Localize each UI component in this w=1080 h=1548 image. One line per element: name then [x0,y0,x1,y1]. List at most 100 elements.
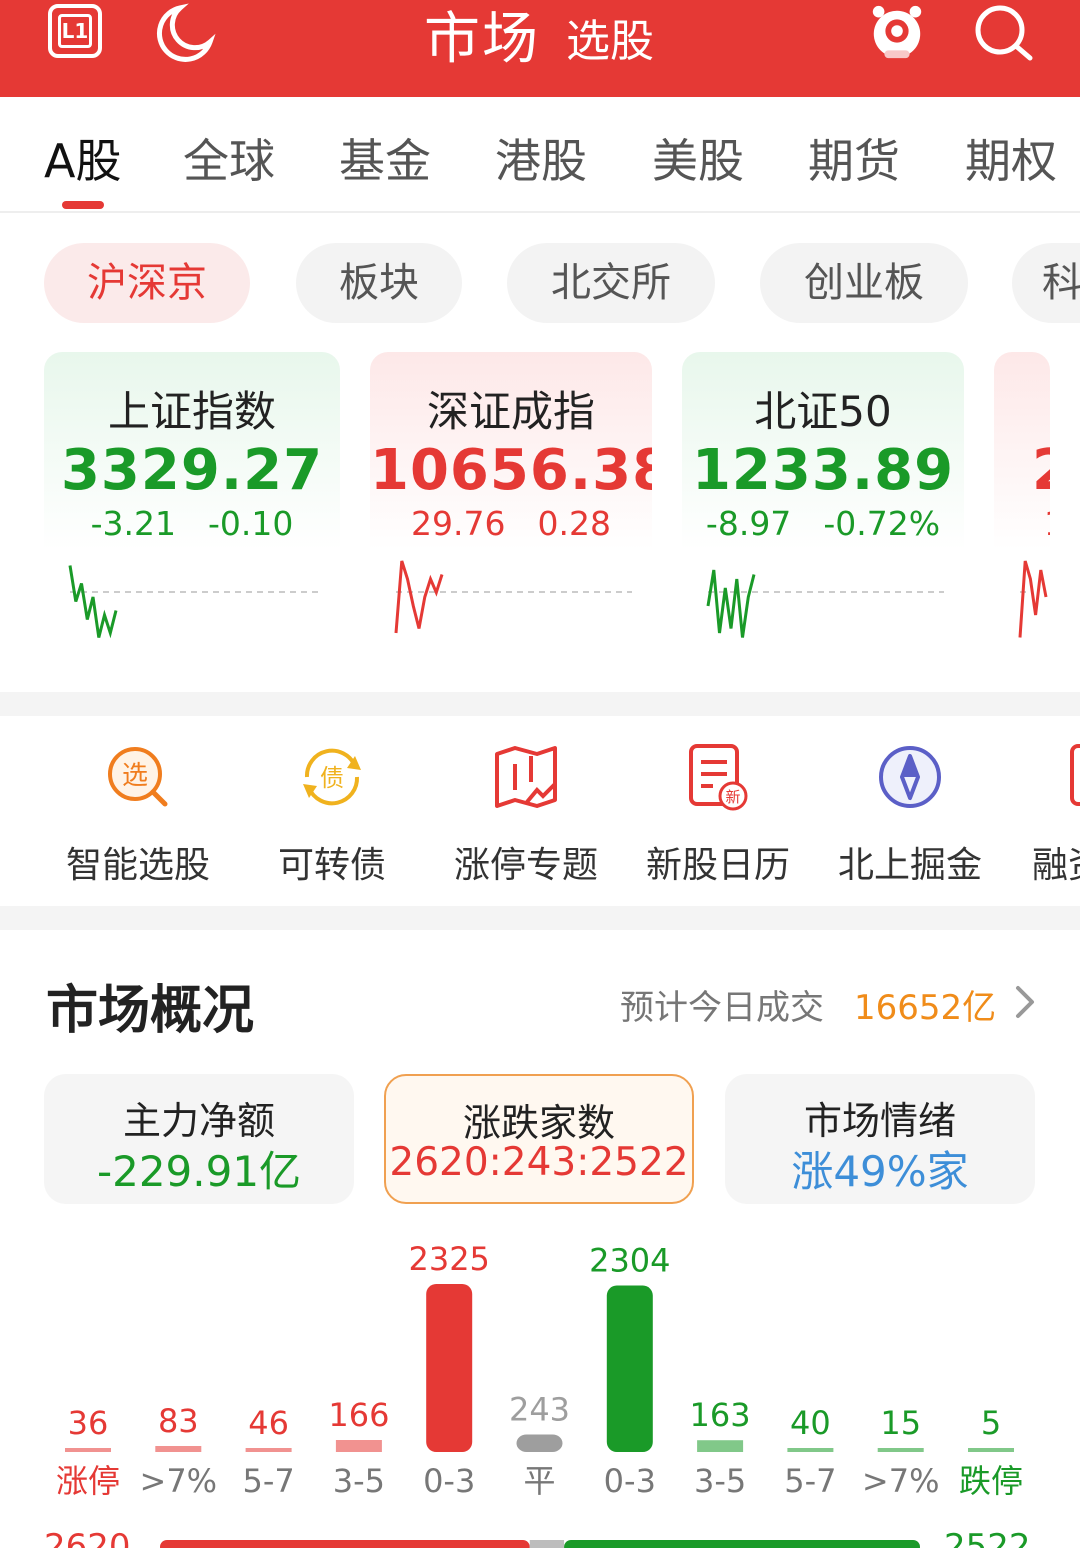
index-change: 29.76 0.28 [370,504,652,543]
stat-main-net-flow[interactable]: 主力净额 -229.91亿 [44,1074,354,1204]
distribution-bar[interactable] [606,1285,653,1452]
bar-value-label: 36 [68,1404,109,1442]
estimated-turnover-value[interactable]: 16652亿 [854,980,996,1029]
tab-us-stocks[interactable]: 美股 [652,125,744,191]
index-change-abs: -8.97 [705,504,792,543]
price-change-distribution-chart[interactable]: 36 涨停 83 >7% 46 5-7 166 3-5 2325 0-3 243 平 2304 0-3 16… [0,1220,1080,1548]
index-change-pct: -0.10 [208,504,294,543]
tab-futures[interactable]: 期货 [808,125,900,191]
stock-picker-tab[interactable]: 选股 [566,5,654,69]
mascot-icon[interactable] [862,2,932,62]
advance-count: 2620 [44,1527,131,1548]
stat-title: 市场情绪 [803,1099,956,1143]
index-sparkline [1018,560,1048,638]
section-divider [0,692,1080,716]
bar-category-label: 平 [523,1462,555,1500]
distribution-bar[interactable] [877,1448,924,1452]
tab-funds[interactable]: 基金 [339,125,431,191]
decline-ratio-bar [564,1540,920,1548]
index-change-pct: 0.28 [537,504,611,543]
tool-margin[interactable]: 融资 [1010,742,1080,892]
stat-market-sentiment[interactable]: 市场情绪 涨49%家 [725,1074,1035,1204]
market-tabs: A股 全球 基金 港股 美股 期货 期权 [0,97,1080,213]
margin-icon [1070,744,1080,806]
index-change: -3.21 -0.10 [44,504,340,543]
bar-value-label: 2304 [589,1242,670,1280]
estimated-turnover-label[interactable]: 预计今日成交 [620,980,824,1029]
active-tab-indicator [62,201,104,209]
sparkline-path [706,569,756,638]
tool-label: 智能选股 [65,845,210,886]
tool-northbound[interactable]: 北上掘金 [820,742,1000,892]
northbound-compass-icon [879,746,941,808]
bar-category-label: 涨停 [56,1462,120,1500]
svg-text:新: 新 [725,788,740,806]
index-change-abs: 29.76 [411,504,506,543]
chip-chinext[interactable]: 创业板 [760,243,968,323]
stat-value: 2620:243:2522 [389,1140,689,1185]
index-change-pct: -0.72% [823,504,941,543]
index-card-bse50[interactable]: 北证50 1233.89 -8.97 -0.72% [682,352,964,657]
svg-text:债: 债 [320,764,344,792]
bar-value-label: 83 [158,1402,199,1440]
distribution-bar[interactable] [65,1448,111,1452]
distribution-bar[interactable] [335,1440,382,1452]
distribution-bar[interactable] [155,1446,202,1452]
svg-text:选: 选 [122,761,148,791]
bar-category-label: 0-3 [604,1462,656,1500]
bar-category-label: 3-5 [694,1462,746,1500]
tool-smart-select[interactable]: 选 智能选股 [48,742,228,892]
tab-options[interactable]: 期权 [965,125,1057,191]
search-icon[interactable] [972,2,1036,62]
index-price: 10656.38 [370,438,652,503]
bar-category-label: >7% [140,1462,218,1500]
chip-star-market[interactable]: 科 [1012,243,1080,323]
index-sparkline [394,560,632,634]
l1-mode-icon[interactable]: L1 [48,4,102,58]
stat-value: -229.91亿 [96,1147,302,1196]
limit-up-topic-icon [495,746,557,808]
bar-category-label: 5-7 [242,1462,294,1500]
bar-value-label: 243 [509,1390,570,1428]
bar-value-label: 166 [328,1396,389,1434]
index-price: 1233.89 [691,438,955,503]
index-change: -8.97 -0.72% [682,504,964,543]
distribution-bar[interactable] [426,1284,473,1452]
chip-shanghai-shenzhen-beijing[interactable]: 沪深京 [44,243,250,323]
tool-label: 可转债 [277,845,386,886]
distribution-bar[interactable] [516,1434,563,1452]
night-mode-icon[interactable] [150,2,216,62]
index-name: 北证50 [754,387,892,436]
tab-hk-stocks[interactable]: 港股 [495,125,587,191]
index-price: 3329.27 [60,438,324,503]
tab-global[interactable]: 全球 [183,125,275,191]
chip-bse[interactable]: 北交所 [507,243,715,323]
tool-convertible-bond[interactable]: 债 可转债 [242,742,422,892]
section-divider [0,906,1080,930]
tool-limit-up-topic[interactable]: 涨停专题 [436,742,616,892]
tool-label: 涨停专题 [453,845,598,886]
chevron-right-icon[interactable] [1010,980,1040,1024]
bar-category-label: 跌停 [959,1462,1023,1500]
distribution-bar[interactable] [968,1448,1014,1452]
tool-label: 新股日历 [645,845,790,886]
distribution-bar[interactable] [697,1440,744,1452]
chip-sectors[interactable]: 板块 [296,243,462,323]
bar-category-label: >7% [862,1462,940,1500]
index-card-partial[interactable]: 2 1 [994,352,1050,657]
smart-select-icon: 选 [108,747,168,807]
bar-value-label: 46 [248,1404,289,1442]
page-title[interactable]: 市场 [424,0,540,75]
ipo-calendar-icon: 新 [689,744,748,811]
index-card-szse[interactable]: 深证成指 10656.38 29.76 0.28 [370,352,652,657]
stat-advance-decline[interactable]: 涨跌家数 2620:243:2522 [384,1074,694,1204]
tab-a-shares[interactable]: A股 [44,125,121,191]
convertible-bond-icon: 债 [303,748,361,806]
index-change-abs: -3.21 [90,504,176,543]
index-name: 上证指数 [107,387,276,436]
tool-ipo-calendar[interactable]: 新 新股日历 [628,742,808,892]
distribution-bar[interactable] [787,1448,834,1452]
distribution-bar[interactable] [245,1448,292,1452]
flat-ratio-bar [529,1540,565,1548]
index-card-sse[interactable]: 上证指数 3329.27 -3.21 -0.10 [44,352,340,657]
